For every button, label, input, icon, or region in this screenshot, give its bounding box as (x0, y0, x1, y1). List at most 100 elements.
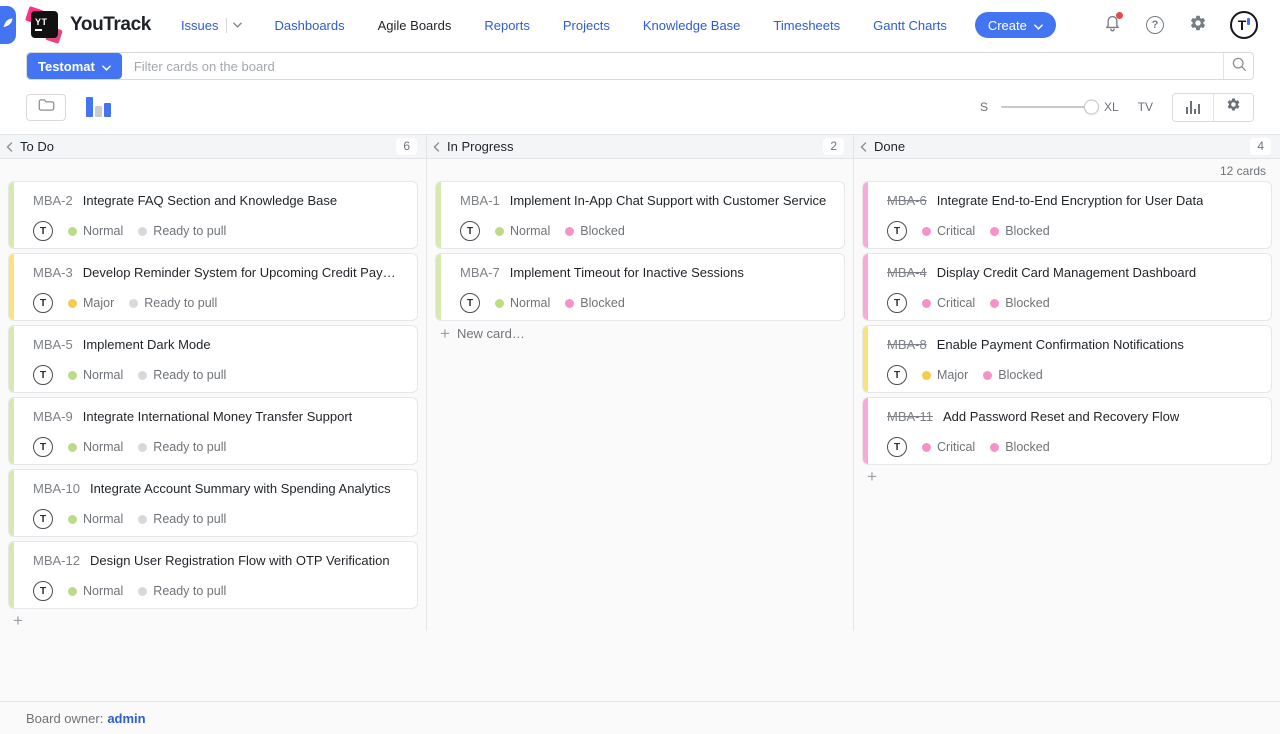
card-title[interactable]: Implement Timeout for Inactive Sessions (510, 265, 744, 280)
state-tag[interactable]: Ready to pull (138, 584, 226, 598)
assignee-avatar[interactable]: T (887, 293, 907, 313)
card-title[interactable]: Develop Reminder System for Upcoming Cre… (83, 265, 403, 280)
column-header[interactable]: In Progress 2 (427, 135, 854, 158)
assignee-avatar[interactable]: T (460, 221, 480, 241)
card-id[interactable]: MBA-8 (887, 337, 927, 352)
priority-tag[interactable]: Critical (922, 296, 975, 310)
state-tag[interactable]: Ready to pull (138, 512, 226, 526)
tv-mode-button[interactable]: TV (1138, 100, 1153, 114)
card-id[interactable]: MBA-2 (33, 193, 73, 208)
state-tag[interactable]: Blocked (990, 224, 1049, 238)
board-chart-toggle-icon[interactable] (86, 97, 111, 117)
quick-notes-button[interactable] (0, 6, 16, 44)
nav-item-dashboards[interactable]: Dashboards (275, 18, 345, 33)
card-title[interactable]: Add Password Reset and Recovery Flow (943, 409, 1179, 424)
issue-card[interactable]: MBA-1 Implement In-App Chat Support with… (435, 181, 845, 249)
state-tag[interactable]: Blocked (983, 368, 1042, 382)
priority-tag[interactable]: Normal (68, 224, 123, 238)
user-avatar[interactable]: T (1230, 11, 1258, 39)
card-id[interactable]: MBA-7 (460, 265, 500, 280)
assignee-avatar[interactable]: T (33, 437, 53, 457)
nav-item-issues[interactable]: Issues (181, 18, 242, 33)
collapse-column-icon[interactable] (433, 142, 440, 152)
card-id[interactable]: MBA-5 (33, 337, 73, 352)
card-id[interactable]: MBA-1 (460, 193, 500, 208)
card-id[interactable]: MBA-4 (887, 265, 927, 280)
filter-input[interactable] (122, 53, 1223, 79)
card-id[interactable]: MBA-9 (33, 409, 73, 424)
state-tag[interactable]: Blocked (990, 296, 1049, 310)
create-button[interactable]: Create (975, 12, 1056, 38)
assignee-avatar[interactable]: T (887, 365, 907, 385)
collapse-column-icon[interactable] (6, 142, 13, 152)
state-tag[interactable]: Ready to pull (138, 224, 226, 238)
nav-item-projects[interactable]: Projects (563, 18, 610, 33)
card-title[interactable]: Design User Registration Flow with OTP V… (90, 553, 390, 568)
search-button[interactable] (1223, 53, 1253, 79)
priority-tag[interactable]: Normal (495, 296, 550, 310)
help-button[interactable]: ? (1144, 14, 1166, 36)
board-owner-link[interactable]: admin (107, 711, 145, 726)
board-selector-button[interactable]: Testomat (27, 53, 122, 79)
nav-item-gantt-charts[interactable]: Gantt Charts (873, 18, 947, 33)
priority-tag[interactable]: Normal (68, 368, 123, 382)
priority-tag[interactable]: Critical (922, 440, 975, 454)
priority-tag[interactable]: Normal (68, 440, 123, 454)
card-title[interactable]: Enable Payment Confirmation Notification… (937, 337, 1184, 352)
assignee-avatar[interactable]: T (33, 509, 53, 529)
burndown-chart-button[interactable] (1173, 94, 1213, 121)
card-size-slider[interactable] (1001, 106, 1091, 108)
assignee-avatar[interactable]: T (33, 293, 53, 313)
issue-card[interactable]: MBA-7 Implement Timeout for Inactive Ses… (435, 253, 845, 321)
card-title[interactable]: Integrate International Money Transfer S… (83, 409, 353, 424)
collapse-column-icon[interactable] (860, 142, 867, 152)
state-tag[interactable]: Ready to pull (138, 440, 226, 454)
card-title[interactable]: Display Credit Card Management Dashboard (937, 265, 1196, 280)
assignee-avatar[interactable]: T (887, 221, 907, 241)
card-title[interactable]: Integrate FAQ Section and Knowledge Base (83, 193, 337, 208)
card-title[interactable]: Integrate End-to-End Encryption for User… (937, 193, 1204, 208)
priority-tag[interactable]: Major (922, 368, 968, 382)
column-header[interactable]: Done 4 (854, 135, 1280, 158)
card-title[interactable]: Integrate Account Summary with Spending … (90, 481, 391, 496)
card-id[interactable]: MBA-11 (887, 409, 933, 424)
card-id[interactable]: MBA-12 (33, 553, 80, 568)
state-tag[interactable]: Ready to pull (138, 368, 226, 382)
issue-card[interactable]: MBA-10 Integrate Account Summary with Sp… (8, 469, 418, 537)
column-header[interactable]: To Do 6 (0, 135, 427, 158)
priority-tag[interactable]: Normal (68, 584, 123, 598)
issue-card[interactable]: MBA-12 Design User Registration Flow wit… (8, 541, 418, 609)
issue-card[interactable]: MBA-9 Integrate International Money Tran… (8, 397, 418, 465)
state-tag[interactable]: Blocked (565, 224, 624, 238)
issue-card[interactable]: MBA-2 Integrate FAQ Section and Knowledg… (8, 181, 418, 249)
card-title[interactable]: Implement In-App Chat Support with Custo… (510, 193, 826, 208)
assignee-avatar[interactable]: T (887, 437, 907, 457)
nav-item-timesheets[interactable]: Timesheets (773, 18, 840, 33)
issue-card[interactable]: MBA-11 Add Password Reset and Recovery F… (862, 397, 1272, 465)
assignee-avatar[interactable]: T (33, 581, 53, 601)
card-id[interactable]: MBA-6 (887, 193, 927, 208)
add-card-button[interactable]: + (862, 470, 1272, 484)
add-card-button[interactable]: + New card… (435, 326, 845, 341)
nav-item-reports[interactable]: Reports (484, 18, 530, 33)
assignee-avatar[interactable]: T (33, 365, 53, 385)
board-settings-button[interactable] (1213, 94, 1253, 121)
assignee-avatar[interactable]: T (460, 293, 480, 313)
assignee-avatar[interactable]: T (33, 221, 53, 241)
slider-handle[interactable] (1084, 100, 1099, 115)
issue-card[interactable]: MBA-4 Display Credit Card Management Das… (862, 253, 1272, 321)
issue-card[interactable]: MBA-5 Implement Dark Mode T Normal Ready… (8, 325, 418, 393)
state-tag[interactable]: Blocked (565, 296, 624, 310)
add-card-button[interactable]: + (8, 614, 418, 628)
youtrack-logo[interactable]: YT (30, 10, 60, 40)
state-tag[interactable]: Blocked (990, 440, 1049, 454)
sprint-folder-button[interactable] (26, 94, 66, 121)
nav-dropdown[interactable] (226, 18, 242, 33)
card-title[interactable]: Implement Dark Mode (83, 337, 211, 352)
notifications-button[interactable] (1101, 14, 1123, 36)
nav-item-agile-boards[interactable]: Agile Boards (378, 18, 452, 33)
nav-item-knowledge-base[interactable]: Knowledge Base (643, 18, 741, 33)
card-id[interactable]: MBA-10 (33, 481, 80, 496)
issue-card[interactable]: MBA-8 Enable Payment Confirmation Notifi… (862, 325, 1272, 393)
priority-tag[interactable]: Critical (922, 224, 975, 238)
